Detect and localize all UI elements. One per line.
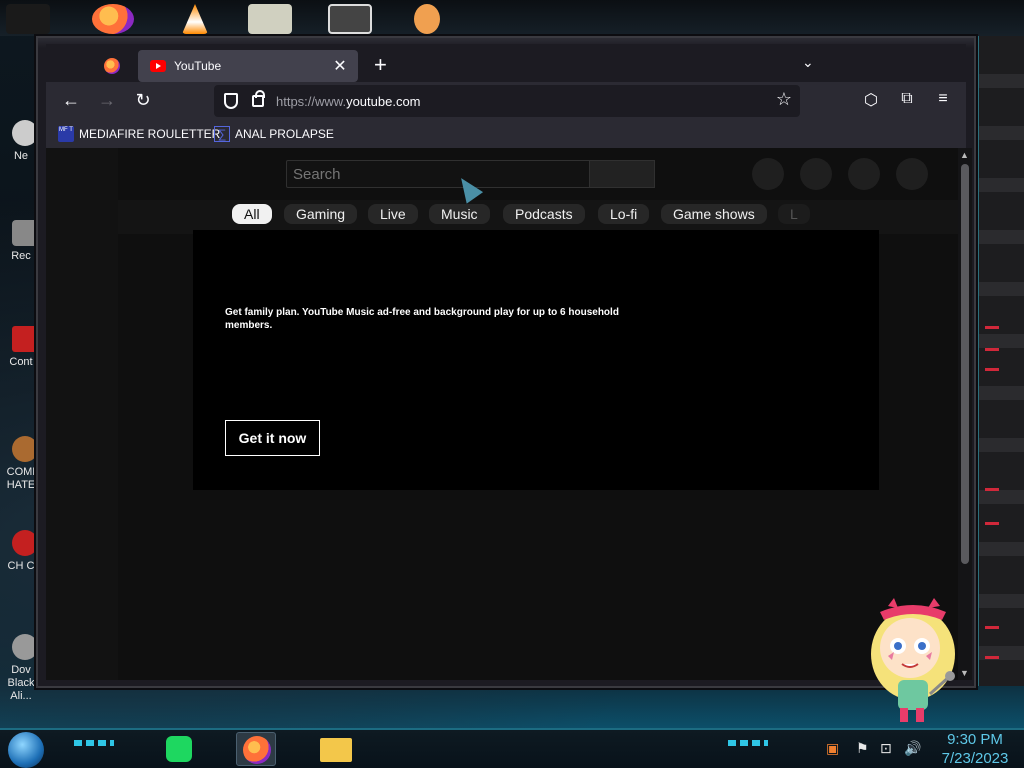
- desktop-icon-label: Rec: [11, 250, 31, 262]
- bookmark-mediafire[interactable]: MF T MEDIAFIRE ROULETTER: [58, 126, 220, 142]
- youtube-search-button[interactable]: [590, 160, 655, 188]
- system-clock[interactable]: 9:30 PM 7/23/2023: [932, 730, 1018, 768]
- bookmark-second[interactable]: ∑ ANAL PROLAPSE: [214, 126, 334, 142]
- youtube-page: All Gaming Live Music Podcasts Lo-fi Gam…: [46, 148, 958, 680]
- recycle-bin-icon: [12, 220, 38, 246]
- scroll-up-arrow-icon[interactable]: ▲: [960, 150, 969, 160]
- new-tab-button[interactable]: +: [374, 52, 387, 78]
- chip-gaming[interactable]: Gaming: [284, 204, 358, 224]
- top-app-icon-square[interactable]: [328, 4, 372, 34]
- bookmark-label: ANAL PROLAPSE: [235, 127, 334, 141]
- folder-icon: [320, 738, 352, 762]
- reload-button[interactable]: ↻: [132, 90, 154, 111]
- list-all-tabs-button[interactable]: ⌄: [802, 54, 814, 71]
- bookmark-sigma-icon: ∑: [214, 126, 230, 142]
- clock-time: 9:30 PM: [947, 731, 1003, 748]
- mediafire-bookmark-icon: MF T: [58, 126, 74, 142]
- chip-game-shows[interactable]: Game shows: [661, 204, 767, 224]
- start-button-icon[interactable]: [8, 732, 44, 768]
- taskbar-file-explorer[interactable]: [316, 732, 356, 766]
- browser-window: YouTube ✕ + ⌄ ← → ↻ https://www.youtube.…: [36, 36, 976, 688]
- app-icon: [12, 326, 38, 352]
- firefox-view-icon[interactable]: [104, 58, 120, 74]
- cartoon-character-image: [871, 598, 955, 722]
- chip-partial[interactable]: L: [778, 204, 810, 224]
- url-text[interactable]: https://www.youtube.com: [276, 94, 421, 109]
- placeholder-circle-icon[interactable]: [752, 158, 784, 190]
- bookmark-label: MEDIAFIRE ROULETTER: [79, 127, 221, 141]
- placeholder-circle-icon[interactable]: [848, 158, 880, 190]
- placeholder-circle-icon[interactable]: [896, 158, 928, 190]
- app-icon: [12, 436, 38, 462]
- back-button[interactable]: ←: [60, 90, 82, 111]
- desktop-icon-label: Ne: [13, 150, 29, 162]
- lock-icon[interactable]: [252, 90, 265, 107]
- taskbar: ▣ ⚑ ⊡ 🔊 9:30 PM 7/23/2023: [0, 728, 1024, 768]
- top-app-icon-1[interactable]: [6, 4, 50, 34]
- tab-youtube[interactable]: YouTube ✕: [138, 50, 358, 82]
- scroll-thumb[interactable]: [961, 164, 969, 564]
- desktop-top-icons-strip: [0, 0, 1024, 36]
- taskbar-spotify[interactable]: [158, 732, 198, 766]
- tracking-protection-shield-icon[interactable]: [224, 93, 238, 109]
- youtube-search-input[interactable]: [286, 160, 590, 188]
- top-vlc-icon[interactable]: [182, 4, 208, 34]
- app-icon: [12, 120, 38, 146]
- chip-all[interactable]: All: [232, 204, 272, 224]
- get-it-now-button[interactable]: Get it now: [225, 420, 320, 456]
- desktop-icon-label: CH C: [7, 560, 35, 572]
- spotify-icon: [166, 736, 192, 762]
- desktop-icon-label: Cont: [9, 356, 33, 368]
- bookmarks-toolbar: MF T MEDIAFIRE ROULETTER ∑ ANAL PROLAPSE: [46, 120, 966, 148]
- tray-app-icon[interactable]: ▣: [826, 740, 839, 757]
- app-icon: [12, 634, 38, 660]
- banner-text: Get family plan. YouTube Music ad-free a…: [225, 307, 619, 331]
- firefox-icon: [243, 736, 271, 764]
- forward-button[interactable]: →: [96, 90, 118, 111]
- taskbar-decoration: [74, 740, 114, 746]
- desktop-right-decoration: [976, 36, 1024, 686]
- url-bar[interactable]: https://www.youtube.com ☆: [214, 85, 800, 117]
- bookmark-star-icon[interactable]: ☆: [776, 89, 792, 110]
- clock-date: 7/23/2023: [941, 750, 1009, 767]
- top-firefox-icon[interactable]: [92, 4, 134, 34]
- app-icon: [12, 530, 38, 556]
- top-user-icon[interactable]: [414, 4, 440, 34]
- url-domain: youtube.com: [346, 93, 421, 109]
- menu-icon[interactable]: ≡: [932, 90, 954, 108]
- top-app-icon-hd[interactable]: [248, 4, 292, 34]
- guide-sidebar-placeholder: [46, 148, 118, 680]
- placeholder-circle-icon[interactable]: [800, 158, 832, 190]
- taskbar-firefox[interactable]: [236, 732, 276, 766]
- taskbar-decoration: [728, 740, 768, 746]
- premium-banner: Get family plan. YouTube Music ad-free a…: [193, 230, 879, 490]
- chip-podcasts[interactable]: Podcasts: [503, 204, 585, 224]
- volume-icon[interactable]: 🔊: [904, 740, 921, 757]
- extensions-icon[interactable]: ⧉: [896, 90, 918, 108]
- youtube-favicon-icon: [150, 60, 166, 72]
- tab-bar: YouTube ✕ + ⌄: [46, 44, 966, 82]
- pocket-icon[interactable]: ⬡: [860, 90, 882, 110]
- network-icon[interactable]: ⊡: [880, 740, 892, 757]
- chip-music[interactable]: Music: [429, 204, 490, 224]
- close-tab-icon[interactable]: ✕: [330, 56, 350, 76]
- desktop-icon-label: COMI HATE: [6, 466, 36, 491]
- desktop-icon-label: Dov Black Ali...: [7, 664, 35, 702]
- tab-title: YouTube: [174, 59, 222, 73]
- navigation-toolbar: ← → ↻ https://www.youtube.com ☆ ⬡ ⧉ ≡: [46, 82, 966, 120]
- url-prefix: https://www.: [276, 93, 347, 109]
- chip-lofi[interactable]: Lo-fi: [598, 204, 650, 224]
- action-center-flag-icon[interactable]: ⚑: [856, 740, 869, 757]
- chip-live[interactable]: Live: [368, 204, 418, 224]
